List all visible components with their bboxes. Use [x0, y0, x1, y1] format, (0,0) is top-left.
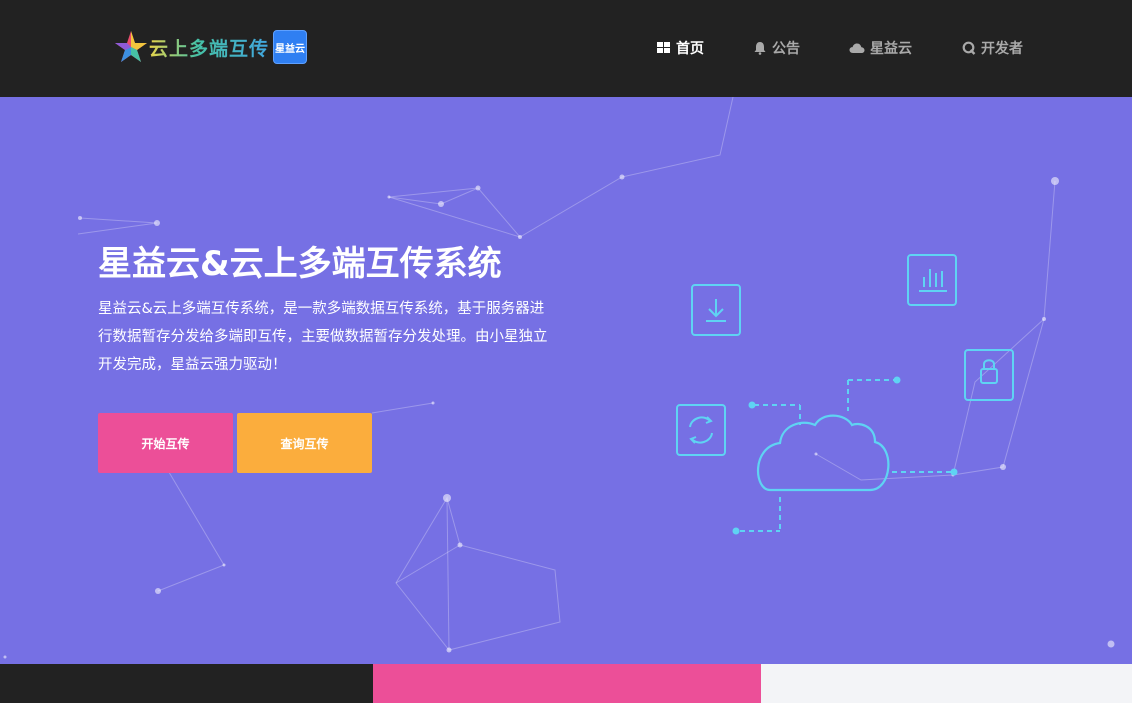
- start-transfer-button[interactable]: 开始互传: [98, 413, 233, 473]
- logo-text: 云上多端互传: [149, 34, 269, 61]
- logo-badge: 星益云: [273, 30, 308, 64]
- nav-item-developer[interactable]: 开发者: [962, 38, 1023, 58]
- hero-title: 星益云&云上多端互传系统: [98, 244, 502, 284]
- cloud-icon: [849, 43, 865, 53]
- section-strip-light: [761, 664, 1132, 703]
- nav-item-announcement[interactable]: 公告: [753, 38, 800, 58]
- nav-label: 首页: [676, 41, 704, 57]
- section-strip-dark: [0, 664, 373, 703]
- q-icon: [962, 41, 976, 55]
- nav-label: 开发者: [981, 41, 1023, 57]
- nav-item-xingyiyun[interactable]: 星益云: [849, 38, 912, 58]
- hero-description: 星益云&云上多端互传系统，是一款多端数据互传系统，基于服务器进行数据暂存分发给多…: [98, 301, 548, 373]
- nav-item-home[interactable]: 首页: [657, 38, 704, 58]
- grid-icon: [657, 42, 670, 53]
- top-navbar: 云上多端互传 星益云 首页 公告 星益云 开发者: [0, 0, 1132, 97]
- site-logo[interactable]: 云上多端互传 星益云: [113, 29, 308, 65]
- nav-label: 星益云: [870, 41, 912, 57]
- cloud-transfer-illustration: [676, 254, 1014, 535]
- star-logo-icon: [115, 31, 147, 62]
- nav-label: 公告: [772, 41, 800, 57]
- query-transfer-button[interactable]: 查询互传: [237, 413, 372, 473]
- section-strip-pink: [373, 664, 761, 703]
- hero-banner: 星益云&云上多端互传系统 星益云&云上多端互传系统，是一款多端数据互传系统，基于…: [0, 97, 1132, 664]
- bell-icon: [754, 42, 766, 55]
